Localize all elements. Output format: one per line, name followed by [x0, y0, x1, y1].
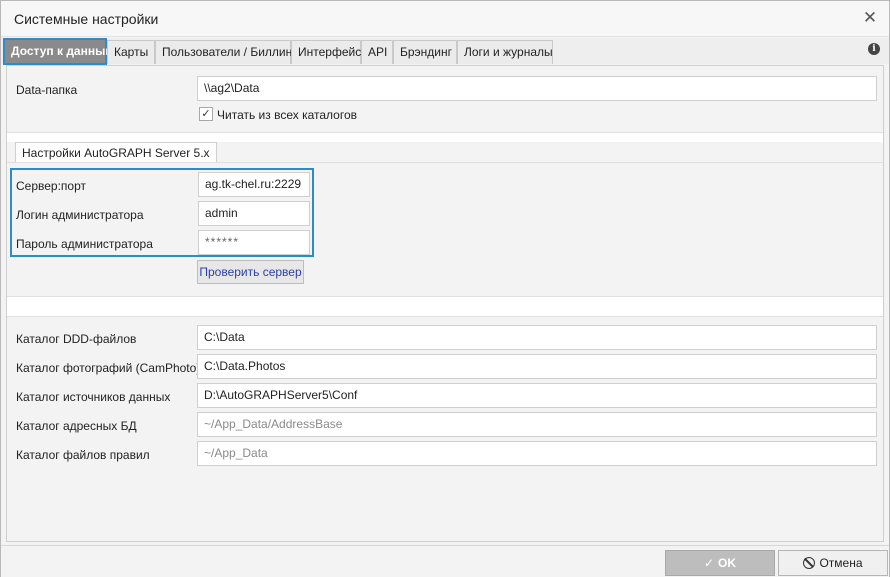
photo-catalog-label: Каталог фотографий (CamPhoto): [16, 361, 201, 375]
section-separator: [7, 132, 883, 142]
tab-branding[interactable]: Брэндинг: [393, 40, 457, 64]
ok-button[interactable]: ✓ OK: [665, 550, 775, 576]
cancel-button-label: Отмена: [819, 556, 863, 570]
address-db-catalog-label: Каталог адресных БД: [16, 419, 137, 433]
tab-bar: Доступ к данным Карты Пользователи / Бил…: [1, 38, 889, 65]
data-sources-catalog-input[interactable]: D:\AutoGRAPHServer5\Conf: [197, 383, 877, 408]
checkmark-icon: ✓: [703, 556, 715, 570]
cancel-button[interactable]: Отмена: [778, 550, 888, 576]
checkmark-icon: ✓: [201, 108, 211, 120]
admin-password-label: Пароль администратора: [16, 237, 153, 251]
admin-password-input[interactable]: ******: [198, 230, 310, 255]
dialog-footer: ✓ OK Отмена: [1, 545, 889, 577]
cancel-circle-icon: [803, 557, 816, 569]
tab-maps[interactable]: Карты: [107, 40, 155, 64]
check-server-button[interactable]: Проверить сервер: [197, 260, 304, 284]
rules-catalog-label: Каталог файлов правил: [16, 448, 150, 462]
server-port-input[interactable]: ag.tk-chel.ru:2229: [198, 172, 310, 197]
read-all-checkbox[interactable]: ✓: [199, 107, 213, 121]
admin-login-input[interactable]: admin: [198, 201, 310, 226]
photo-catalog-input[interactable]: C:\Data.Photos: [197, 354, 877, 379]
rules-catalog-input[interactable]: ~/App_Data: [197, 441, 877, 466]
data-sources-catalog-label: Каталог источников данных: [16, 390, 171, 404]
server-group-legend: Настройки AutoGRAPH Server 5.x: [15, 142, 217, 163]
tab-interface[interactable]: Интерфейс: [291, 40, 361, 64]
admin-login-label: Логин администратора: [16, 208, 144, 222]
ok-button-label: OK: [718, 556, 737, 570]
tab-logs[interactable]: Логи и журналы: [457, 40, 553, 64]
info-icon[interactable]: i: [868, 43, 880, 55]
close-icon[interactable]: ✕: [861, 9, 879, 27]
title-bar: Системные настройки ✕: [1, 1, 889, 37]
divider: [7, 132, 883, 133]
server-port-label: Сервер:порт: [16, 179, 87, 193]
ddd-catalog-label: Каталог DDD-файлов: [16, 332, 137, 346]
data-access-panel: Data-папка \\ag2\Data ✓ Читать из всех к…: [6, 65, 884, 542]
data-folder-input[interactable]: \\ag2\Data: [197, 76, 877, 101]
tab-api[interactable]: API: [361, 40, 393, 64]
address-db-catalog-input[interactable]: ~/App_Data/AddressBase: [197, 412, 877, 437]
section-separator: [7, 297, 883, 316]
divider: [7, 316, 883, 317]
dialog-title: Системные настройки: [14, 11, 159, 27]
group-top-border: [7, 162, 883, 163]
read-all-label: Читать из всех каталогов: [217, 108, 358, 122]
tab-data-access[interactable]: Доступ к данным: [3, 38, 114, 65]
settings-dialog: Системные настройки ✕ Доступ к данным Ка…: [0, 0, 890, 577]
tab-users-billing[interactable]: Пользователи / Биллинг: [155, 40, 297, 64]
data-folder-label: Data-папка: [16, 83, 78, 97]
ddd-catalog-input[interactable]: C:\Data: [197, 325, 877, 350]
